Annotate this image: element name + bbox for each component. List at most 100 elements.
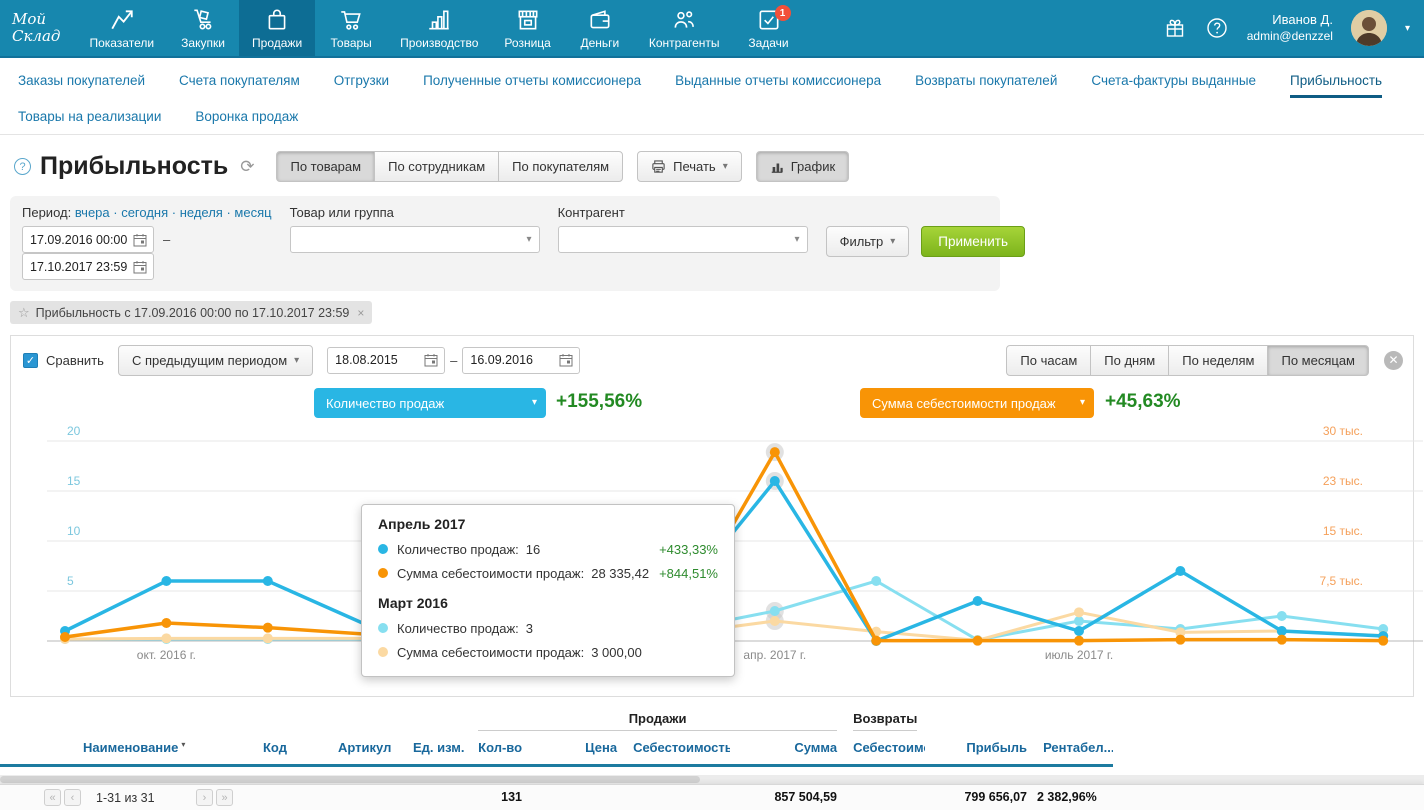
- help-icon[interactable]: [1205, 16, 1229, 40]
- period-link-неделя[interactable]: неделя: [180, 205, 235, 220]
- subnav-item-Воронка продаж[interactable]: Воронка продаж: [195, 98, 298, 134]
- nav-item-Задачи[interactable]: Задачи1: [733, 0, 805, 56]
- page-help-icon[interactable]: [14, 158, 31, 175]
- pagination-last-button[interactable]: [216, 789, 233, 806]
- nav-item-label: Закупки: [181, 36, 225, 50]
- filter-button[interactable]: Фильтр: [826, 226, 910, 257]
- period-link-месяц[interactable]: месяц: [234, 205, 271, 220]
- column-header-Рентабел...[interactable]: Рентабел...: [1035, 731, 1113, 765]
- column-header-Цена[interactable]: Цена: [530, 731, 625, 765]
- series-point: [263, 633, 273, 643]
- qty-series-dropdown[interactable]: Количество продаж: [314, 388, 546, 418]
- apply-button[interactable]: Применить: [921, 226, 1025, 257]
- scrollbar-thumb[interactable]: [0, 776, 700, 783]
- subnav-item-Заказы покупателей[interactable]: Заказы покупателей: [18, 62, 145, 98]
- print-button[interactable]: Печать: [637, 151, 742, 182]
- calendar-icon[interactable]: [133, 260, 147, 274]
- nav-item-Товары[interactable]: Товары: [315, 0, 387, 56]
- user-block[interactable]: Иванов Д. admin@denzzel: [1247, 12, 1333, 43]
- product-combo[interactable]: [290, 226, 540, 253]
- nav-item-Розница[interactable]: Розница: [491, 0, 563, 56]
- period-to-input[interactable]: 17.10.2017 23:59: [22, 253, 154, 280]
- series-point: [1277, 635, 1287, 645]
- view-tab-По сотрудникам[interactable]: По сотрудникам: [374, 151, 499, 182]
- star-icon[interactable]: [18, 305, 30, 321]
- nav-item-Деньги[interactable]: Деньги: [564, 0, 636, 56]
- subnav-item-Выданные отчеты комиссионера[interactable]: Выданные отчеты комиссионера: [675, 62, 881, 98]
- cost-series-label: Сумма себестоимости продаж: [872, 396, 1056, 411]
- compare-checkbox[interactable]: [23, 353, 38, 368]
- subnav-item-Счета покупателям[interactable]: Счета покупателям: [179, 62, 300, 98]
- subnav-item-Товары на реализации[interactable]: Товары на реализации: [18, 98, 161, 134]
- subnav-item-Прибыльность[interactable]: Прибыльность: [1290, 62, 1382, 98]
- gift-icon[interactable]: [1163, 16, 1187, 40]
- subnav-item-Полученные отчеты комиссионера[interactable]: Полученные отчеты комиссионера: [423, 62, 641, 98]
- column-header-Ед. изм.[interactable]: Ед. изм.: [405, 731, 470, 765]
- series-dot-icon: [378, 544, 388, 554]
- nav-item-Контрагенты[interactable]: Контрагенты: [636, 0, 733, 56]
- column-header-label: Ед. изм.: [413, 740, 465, 755]
- column-header-label: Наименование: [83, 740, 178, 755]
- subnav-item-Отгрузки[interactable]: Отгрузки: [334, 62, 389, 98]
- filter-panel: Период: вчерасегоднянеделямесяц 17.09.20…: [10, 196, 1000, 291]
- column-header-Сумма[interactable]: Сумма: [730, 731, 845, 765]
- column-header-Кол-во[interactable]: Кол-во: [470, 731, 530, 765]
- app-logo[interactable]: Мой Склад: [0, 0, 76, 56]
- compare-mode-dropdown[interactable]: С предыдущим периодом: [118, 345, 313, 376]
- nav-item-Продажи[interactable]: Продажи: [239, 0, 315, 56]
- pagination-first-button[interactable]: [44, 789, 61, 806]
- granularity-tab-По месяцам[interactable]: По месяцам: [1267, 345, 1369, 376]
- calendar-icon[interactable]: [424, 353, 438, 367]
- compare-mode-caret-icon: [294, 355, 299, 366]
- saved-filter-chip[interactable]: Прибыльность с 17.09.2016 00:00 по 17.10…: [10, 301, 372, 324]
- production-bars-icon: [426, 7, 452, 33]
- subnav-item-Счета-фактуры выданные[interactable]: Счета-фактуры выданные: [1091, 62, 1256, 98]
- profit-chart-plot[interactable]: Апрель 2017 Количество продаж:16+433,33%…: [11, 426, 1413, 692]
- period-link-сегодня[interactable]: сегодня: [121, 205, 180, 220]
- view-tab-По покупателям[interactable]: По покупателям: [498, 151, 623, 182]
- column-header-Прибыль[interactable]: Прибыль: [925, 731, 1035, 765]
- right-axis-tick: 7,5 тыс.: [1320, 574, 1363, 588]
- total-sum: 857 504,59: [722, 790, 837, 804]
- sales-subnav: Заказы покупателей Счета покупателям Отгру…: [0, 58, 1424, 135]
- chart-toggle-button[interactable]: График: [756, 151, 849, 182]
- column-header-Себестоимость[interactable]: Себестоимость: [845, 731, 925, 765]
- tooltip-series-label: Количество продаж:: [397, 621, 519, 636]
- pagination-prev-button[interactable]: [64, 789, 81, 806]
- period-from-input[interactable]: 17.09.2016 00:00: [22, 226, 154, 253]
- column-header-Наименование[interactable]: Наименование: [75, 731, 255, 765]
- column-header-Себестоимость[interactable]: Себестоимость: [625, 731, 730, 765]
- nav-item-label: Деньги: [580, 36, 619, 50]
- total-profit: 799 656,07: [917, 790, 1027, 804]
- granularity-tab-По дням[interactable]: По дням: [1090, 345, 1169, 376]
- view-tab-По товарам[interactable]: По товарам: [276, 151, 375, 182]
- refresh-icon[interactable]: [240, 157, 254, 177]
- close-compare-icon[interactable]: [1384, 351, 1403, 370]
- compare-to-input[interactable]: 16.09.2016: [462, 347, 580, 374]
- horizontal-scrollbar[interactable]: [0, 775, 1424, 784]
- series-point: [161, 576, 171, 586]
- tooltip-series-row: Сумма себестоимости продаж:28 335,42+844…: [378, 561, 718, 585]
- cost-series-dropdown[interactable]: Сумма себестоимости продаж: [860, 388, 1094, 418]
- chip-close-icon[interactable]: [357, 306, 364, 320]
- period-link-вчера[interactable]: вчера: [75, 205, 121, 220]
- series-point: [1175, 566, 1185, 576]
- pagination-next-button[interactable]: [196, 789, 213, 806]
- nav-item-Закупки[interactable]: Закупки: [167, 0, 239, 56]
- nav-item-Показатели[interactable]: Показатели: [76, 0, 167, 56]
- calendar-icon[interactable]: [559, 353, 573, 367]
- column-header-Код[interactable]: Код: [255, 731, 330, 765]
- subnav-item-Возвраты покупателей[interactable]: Возвраты покупателей: [915, 62, 1057, 98]
- nav-item-Производство[interactable]: Производство: [387, 0, 491, 56]
- counterparty-filter-label: Контрагент: [558, 205, 808, 220]
- tooltip-series-label: Сумма себестоимости продаж:: [397, 645, 584, 660]
- granularity-tab-По неделям[interactable]: По неделям: [1168, 345, 1268, 376]
- user-avatar[interactable]: [1351, 10, 1387, 46]
- user-menu-caret-icon[interactable]: [1405, 23, 1410, 34]
- counterparty-combo[interactable]: [558, 226, 808, 253]
- calendar-icon[interactable]: [133, 233, 147, 247]
- series-point: [770, 606, 780, 616]
- granularity-tab-По часам[interactable]: По часам: [1006, 345, 1091, 376]
- column-header-Артикул[interactable]: Артикул: [330, 731, 405, 765]
- compare-from-input[interactable]: 18.08.2015: [327, 347, 445, 374]
